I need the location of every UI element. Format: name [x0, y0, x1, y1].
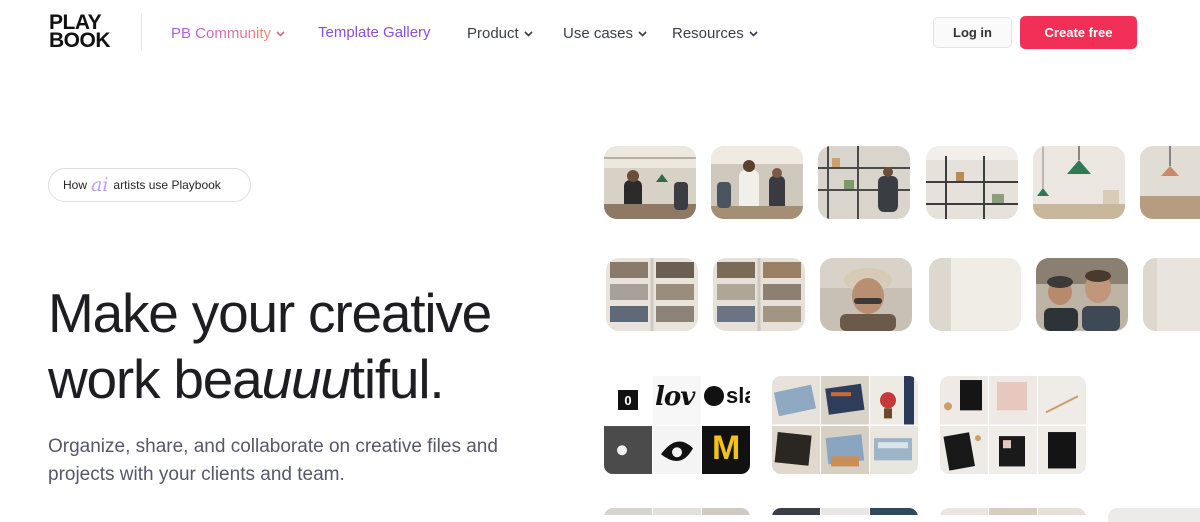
notebook-cell	[989, 376, 1037, 425]
nav-template-gallery[interactable]: Template Gallery	[318, 23, 431, 43]
partial-cell	[653, 508, 701, 515]
apple-logo-cell	[604, 425, 652, 474]
slack-hash-icon	[704, 386, 724, 406]
cafe-photo-tile	[1033, 146, 1125, 219]
logo-line-2: BOOK	[49, 29, 111, 52]
partial-cell	[870, 508, 918, 515]
partial-cell	[940, 508, 988, 515]
notebook-cell	[1038, 425, 1086, 474]
books-collage-tile	[772, 376, 918, 474]
chevron-down-icon	[276, 23, 285, 43]
nav-pb-community-label: PB Community	[171, 25, 272, 42]
nav-use-cases-label: Use cases	[563, 25, 634, 42]
wall-photo-tile	[1143, 258, 1200, 331]
book-cell	[870, 376, 918, 425]
book-cell	[772, 376, 820, 425]
lov-glyph: lov	[655, 382, 695, 412]
cafe-photo-tile	[1140, 146, 1200, 219]
people-photo-tile	[1036, 258, 1128, 331]
cafe-photo-tile	[926, 146, 1018, 219]
headline-line-1: Make your creative	[48, 282, 492, 344]
notebook-cell	[1038, 376, 1086, 425]
book-cell	[821, 376, 869, 425]
chevron-down-icon	[749, 23, 758, 43]
ai-glyph: ai	[91, 173, 109, 196]
headline-line-2-end: tiful.	[349, 348, 445, 410]
partial-cell	[821, 508, 869, 515]
bookshelf-photo-tile	[606, 258, 698, 331]
notebook-cell	[940, 376, 988, 425]
apple-icon	[604, 425, 652, 474]
person-photo-tile	[820, 258, 912, 331]
partial-cell	[989, 508, 1037, 515]
chevron-down-icon	[524, 23, 533, 43]
book-cell	[870, 425, 918, 474]
partial-photo-tile	[1108, 508, 1200, 522]
chevron-down-icon	[638, 23, 647, 43]
book-cell	[772, 425, 820, 474]
nav-pb-community[interactable]: PB Community	[171, 23, 285, 44]
login-button[interactable]: Log in	[933, 17, 1012, 48]
playbook-logo[interactable]: PLAY BOOK	[49, 12, 115, 52]
nav-resources[interactable]: Resources	[672, 23, 758, 44]
slack-logo-cell: sla	[702, 376, 750, 425]
nav-product[interactable]: Product	[467, 23, 533, 44]
headline-line-2-start: work bea	[48, 348, 263, 410]
cafe-photo-tile	[604, 146, 696, 219]
partial-cell	[772, 508, 820, 515]
nav-use-cases[interactable]: Use cases	[563, 23, 647, 44]
logo-collage-tile: 0 lov sla M	[604, 376, 750, 474]
cafe-photo-tile	[711, 146, 803, 219]
headline-line-2-emphasis: uuu	[261, 348, 351, 410]
cafe-photo-tile	[818, 146, 910, 219]
hero-subline: Organize, share, and collaborate on crea…	[48, 436, 498, 485]
wall-photo-tile	[929, 258, 1021, 331]
notebook-cell	[989, 425, 1037, 474]
sla-glyph: sla	[726, 383, 750, 408]
nav-resources-label: Resources	[672, 25, 744, 42]
partial-collage-tile	[604, 508, 750, 522]
pill-prefix: How	[63, 178, 88, 192]
mcdonalds-m-glyph: M	[712, 428, 741, 467]
create-free-button[interactable]: Create free	[1020, 16, 1137, 49]
ai-artists-pill-link[interactable]: How ai artists use Playbook	[48, 168, 251, 202]
partial-collage-tile	[940, 508, 1086, 522]
hero-headline: Make your creative work beauuutiful.	[48, 280, 568, 412]
zero-glyph: 0	[618, 390, 638, 410]
partial-collage-tile	[772, 508, 918, 522]
partial-cell	[604, 508, 652, 515]
nav-template-gallery-label: Template Gallery	[318, 24, 431, 41]
eye-icon	[653, 425, 701, 474]
pill-suffix: artists use Playbook	[113, 178, 221, 192]
zero-logo-cell: 0	[604, 376, 652, 425]
lov-logo-cell: lov	[653, 376, 701, 425]
mcdonalds-logo-cell: M	[702, 425, 750, 474]
nav-product-label: Product	[467, 25, 519, 42]
notebooks-collage-tile	[940, 376, 1086, 474]
notebook-cell	[940, 425, 988, 474]
book-cell	[821, 425, 869, 474]
partial-cell	[1038, 508, 1086, 515]
bookshelf-photo-tile	[713, 258, 805, 331]
partial-cell	[702, 508, 750, 515]
eye-logo-cell	[653, 425, 701, 474]
nav-divider	[141, 14, 142, 50]
